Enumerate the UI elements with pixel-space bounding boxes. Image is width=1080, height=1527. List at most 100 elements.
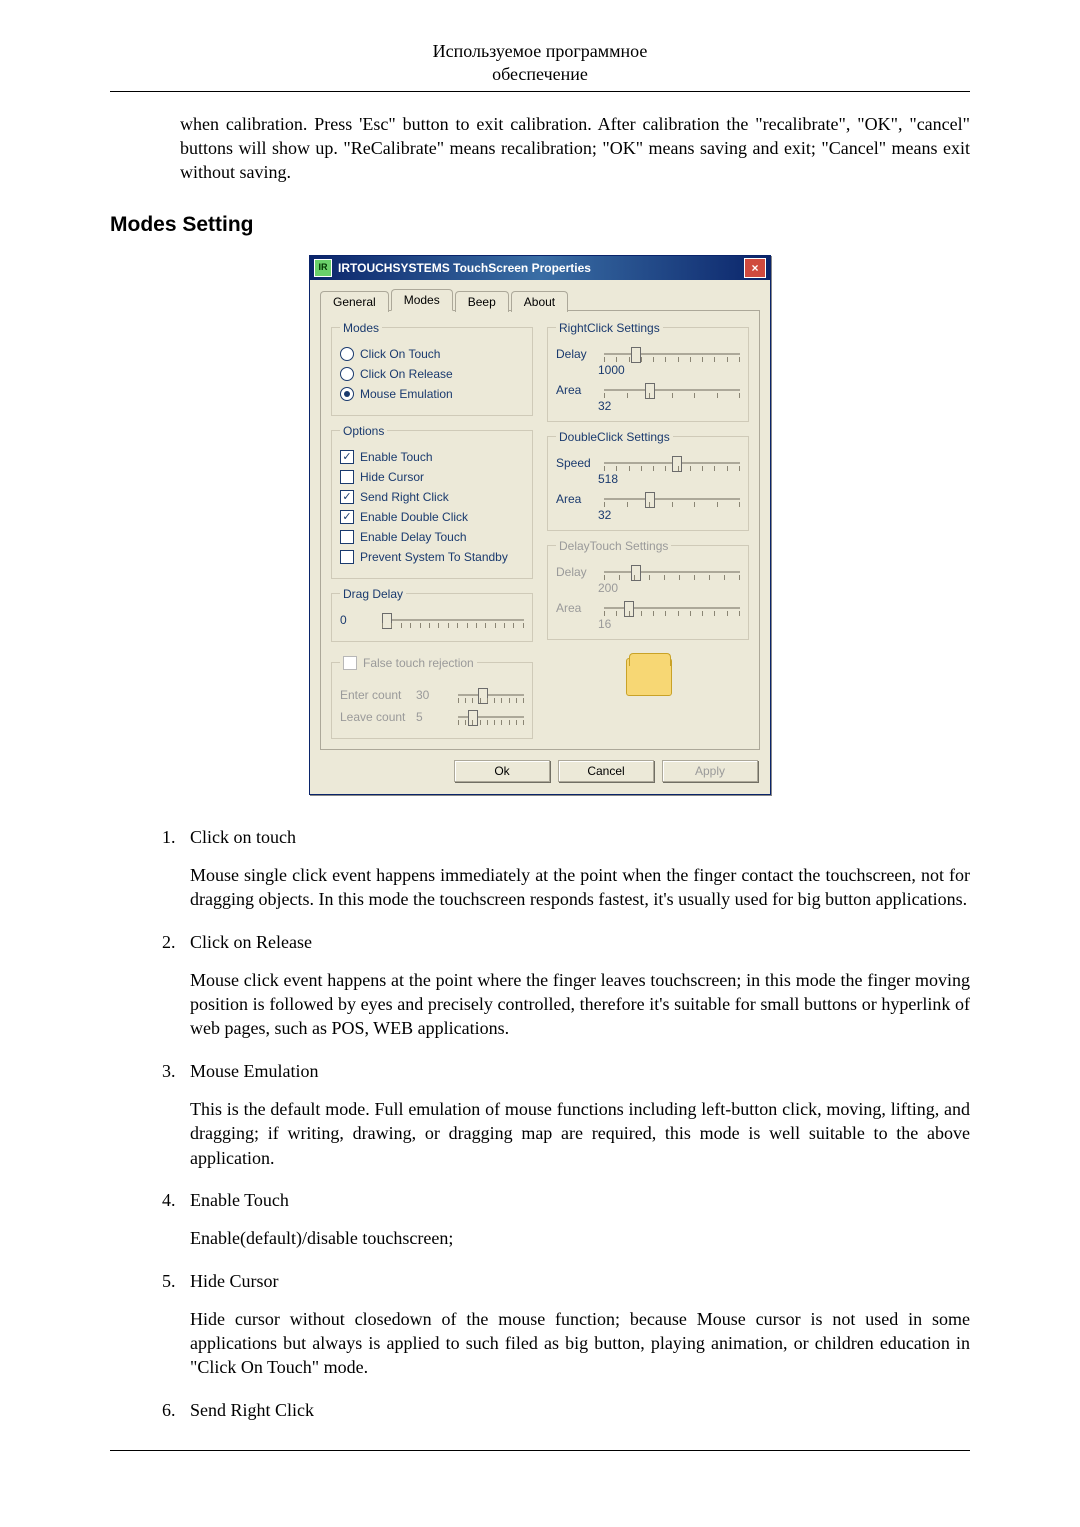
drag-delay-value: 0 (340, 613, 376, 627)
check-label: Enable Touch (360, 450, 433, 464)
tab-modes[interactable]: Modes (391, 289, 453, 311)
doubleclick-legend: DoubleClick Settings (556, 430, 673, 444)
footer-rule (110, 1450, 970, 1451)
radio-mouse-emulation[interactable]: Mouse Emulation (340, 387, 524, 401)
checkbox-icon: ✓ (340, 450, 354, 464)
modes-legend: Modes (340, 321, 382, 335)
checkbox-icon (340, 530, 354, 544)
radio-icon (340, 367, 354, 381)
enter-count-slider (458, 686, 524, 704)
list-item: Mouse Emulation This is the default mode… (180, 1059, 970, 1170)
tab-page-modes: Modes Click On Touch Click On Release Mo… (320, 310, 760, 750)
radio-click-on-touch[interactable]: Click On Touch (340, 347, 524, 361)
doubleclick-area-value: 32 (598, 508, 740, 522)
dialog-button-row: Ok Cancel Apply (310, 750, 770, 794)
doubleclick-group: DoubleClick Settings Speed 518 Area (547, 430, 749, 531)
close-button[interactable]: × (744, 258, 766, 278)
drag-delay-group: Drag Delay 0 (331, 587, 533, 642)
intro-paragraph: when calibration. Press 'Esc" button to … (180, 112, 970, 185)
check-label: Enable Double Click (360, 510, 468, 524)
rightclick-delay-slider[interactable] (604, 345, 740, 363)
list-item-title: Enable Touch (190, 1188, 970, 1212)
doubleclick-speed-slider[interactable] (604, 454, 740, 472)
list-item-body: Hide cursor without closedown of the mou… (190, 1307, 970, 1380)
radio-icon (340, 347, 354, 361)
cancel-button[interactable]: Cancel (558, 760, 654, 782)
options-group: Options ✓ Enable Touch Hide Cursor ✓ Sen… (331, 424, 533, 579)
tab-about[interactable]: About (511, 291, 568, 312)
check-send-right-click[interactable]: ✓ Send Right Click (340, 490, 524, 504)
titlebar: IR IRTOUCHSYSTEMS TouchScreen Properties… (310, 256, 770, 280)
doubleclick-speed-value: 518 (598, 472, 740, 486)
enter-count-label: Enter count (340, 688, 410, 702)
apply-button[interactable]: Apply (662, 760, 758, 782)
page-header: Используемое программное обеспечение (110, 40, 970, 87)
radio-label: Click On Release (360, 367, 453, 381)
check-false-touch-rejection[interactable]: False touch rejection (343, 656, 474, 670)
checkbox-icon: ✓ (340, 510, 354, 524)
check-enable-double-click[interactable]: ✓ Enable Double Click (340, 510, 524, 524)
list-item-title: Mouse Emulation (190, 1059, 970, 1083)
check-label: False touch rejection (363, 656, 474, 670)
checkbox-icon (340, 550, 354, 564)
list-item: Hide Cursor Hide cursor without closedow… (180, 1269, 970, 1380)
false-touch-group: False touch rejection Enter count 30 (331, 650, 533, 739)
leave-count-label: Leave count (340, 710, 410, 724)
doubleclick-area-slider[interactable] (604, 490, 740, 508)
list-item-body: Mouse single click event happens immedia… (190, 863, 970, 912)
header-line-2: обеспечение (110, 63, 970, 86)
radio-click-on-release[interactable]: Click On Release (340, 367, 524, 381)
delaytouch-area-label: Area (556, 601, 598, 615)
close-icon: × (751, 261, 758, 275)
delaytouch-delay-label: Delay (556, 565, 598, 579)
delaytouch-delay-value: 200 (598, 581, 740, 595)
drag-delay-legend: Drag Delay (340, 587, 406, 601)
rightclick-group: RightClick Settings Delay 1000 Area (547, 321, 749, 422)
folder-icon (626, 658, 670, 694)
leave-count-value: 5 (416, 710, 452, 724)
list-item: Click on touch Mouse single click event … (180, 825, 970, 912)
check-label: Send Right Click (360, 490, 449, 504)
doubleclick-area-label: Area (556, 492, 598, 506)
delaytouch-area-slider (604, 599, 740, 617)
drag-delay-slider[interactable] (382, 611, 524, 629)
checkbox-icon (343, 656, 357, 670)
delaytouch-group: DelayTouch Settings Delay 200 Area (547, 539, 749, 640)
check-enable-touch[interactable]: ✓ Enable Touch (340, 450, 524, 464)
rightclick-delay-value: 1000 (598, 363, 740, 377)
options-legend: Options (340, 424, 387, 438)
rightclick-area-value: 32 (598, 399, 740, 413)
list-item-body: Enable(default)/disable touchscreen; (190, 1226, 970, 1250)
list-item-title: Click on Release (190, 930, 970, 954)
rightclick-legend: RightClick Settings (556, 321, 663, 335)
check-prevent-standby[interactable]: Prevent System To Standby (340, 550, 524, 564)
tab-strip: General Modes Beep About (310, 280, 770, 310)
enter-count-value: 30 (416, 688, 452, 702)
list-item: Click on Release Mouse click event happe… (180, 930, 970, 1041)
radio-label: Click On Touch (360, 347, 440, 361)
properties-dialog: IR IRTOUCHSYSTEMS TouchScreen Properties… (309, 255, 771, 795)
header-line-1: Используемое программное (110, 40, 970, 63)
ok-button[interactable]: Ok (454, 760, 550, 782)
list-item: Enable Touch Enable(default)/disable tou… (180, 1188, 970, 1251)
check-label: Enable Delay Touch (360, 530, 467, 544)
leave-count-slider (458, 708, 524, 726)
check-hide-cursor[interactable]: Hide Cursor (340, 470, 524, 484)
radio-label: Mouse Emulation (360, 387, 453, 401)
tab-beep[interactable]: Beep (455, 291, 509, 312)
list-item-body: Mouse click event happens at the point w… (190, 968, 970, 1041)
dialog-title: IRTOUCHSYSTEMS TouchScreen Properties (338, 261, 591, 275)
section-heading: Modes Setting (110, 213, 970, 237)
list-item-title: Hide Cursor (190, 1269, 970, 1293)
list-item-title: Click on touch (190, 825, 970, 849)
check-label: Hide Cursor (360, 470, 424, 484)
rightclick-area-slider[interactable] (604, 381, 740, 399)
tab-general[interactable]: General (320, 291, 389, 312)
check-enable-delay-touch[interactable]: Enable Delay Touch (340, 530, 524, 544)
check-label: Prevent System To Standby (360, 550, 508, 564)
doubleclick-speed-label: Speed (556, 456, 598, 470)
radio-icon (340, 387, 354, 401)
list-item-title: Send Right Click (190, 1398, 970, 1422)
delaytouch-legend: DelayTouch Settings (556, 539, 671, 553)
delaytouch-delay-slider (604, 563, 740, 581)
